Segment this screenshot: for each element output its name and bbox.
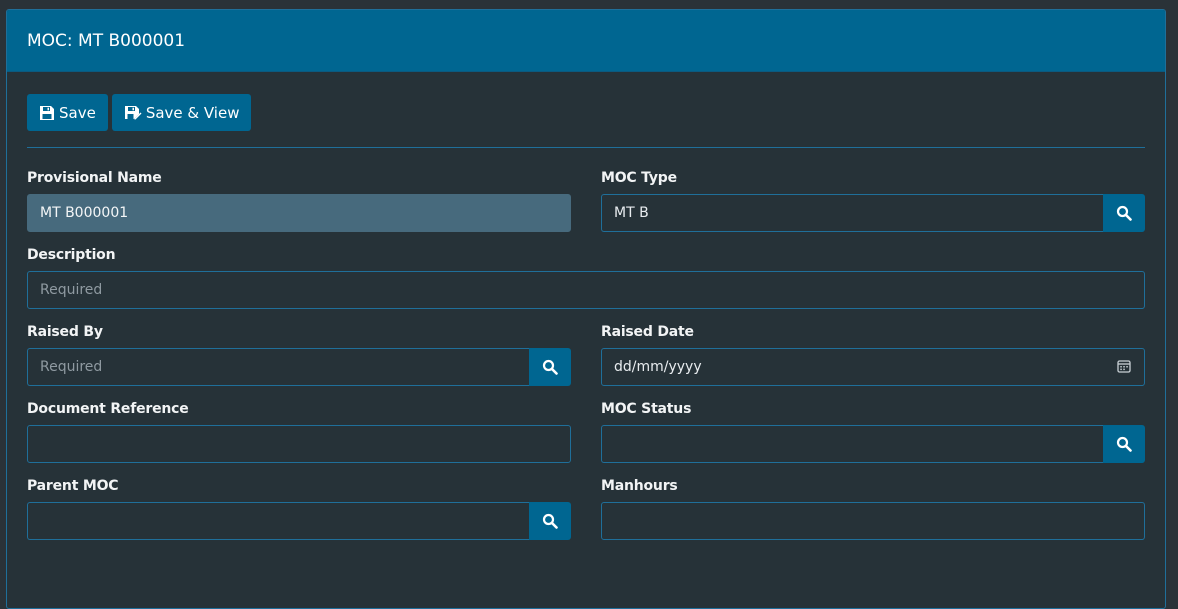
save-and-view-button-label: Save & View — [145, 103, 240, 122]
raised-by-label: Raised By — [27, 324, 103, 340]
raised-by-wrap — [27, 348, 571, 386]
form-body: Save Save & View Provisional Name MT B00… — [7, 72, 1165, 553]
save-button-label: Save — [59, 103, 96, 122]
description-field: Description — [27, 245, 1145, 309]
divider — [27, 147, 1145, 148]
parent-moc-search-button[interactable] — [529, 502, 571, 540]
moc-form-card: MOC: MT B000001 Save Save & View Provisi… — [6, 9, 1166, 609]
page-title: MOC: MT B000001 — [7, 10, 1165, 72]
manhours-field: Manhours — [601, 476, 1145, 540]
raised-by-input[interactable] — [27, 348, 529, 386]
moc-type-field: MOC Type — [601, 168, 1145, 232]
moc-status-input[interactable] — [601, 425, 1103, 463]
parent-moc-field: Parent MOC — [27, 476, 571, 540]
manhours-label: Manhours — [601, 478, 678, 494]
calendar-icon[interactable] — [1117, 359, 1131, 373]
document-reference-label: Document Reference — [27, 401, 189, 417]
moc-type-search-button[interactable] — [1103, 194, 1145, 232]
form-grid: Provisional Name MOC Type — [27, 168, 1145, 553]
save-and-view-button[interactable]: Save & View — [111, 94, 252, 131]
toolbar: Save Save & View — [27, 94, 1145, 132]
moc-status-field: MOC Status — [601, 399, 1145, 463]
description-input[interactable] — [27, 271, 1145, 309]
description-wrap — [27, 271, 1145, 309]
raised-date-input[interactable] — [601, 348, 1145, 386]
manhours-input[interactable] — [601, 502, 1145, 540]
provisional-name-label: Provisional Name — [27, 170, 162, 186]
moc-type-input[interactable] — [601, 194, 1103, 232]
raised-date-label: Raised Date — [601, 324, 694, 340]
search-icon — [1116, 205, 1132, 221]
moc-status-label: MOC Status — [601, 401, 692, 417]
moc-status-search-button[interactable] — [1103, 425, 1145, 463]
parent-moc-label: Parent MOC — [27, 478, 119, 494]
raised-date-wrap — [601, 348, 1145, 386]
description-label: Description — [27, 247, 116, 263]
moc-type-wrap — [601, 194, 1145, 232]
raised-by-search-button[interactable] — [529, 348, 571, 386]
moc-status-wrap — [601, 425, 1145, 463]
provisional-name-input[interactable] — [27, 194, 571, 232]
save-button[interactable]: Save — [27, 94, 108, 131]
search-icon — [542, 513, 558, 529]
document-reference-wrap — [27, 425, 571, 463]
floppy-disk-pen-icon — [124, 105, 142, 119]
document-reference-field: Document Reference — [27, 399, 571, 463]
provisional-name-wrap — [27, 194, 571, 232]
moc-type-label: MOC Type — [601, 170, 677, 186]
parent-moc-wrap — [27, 502, 571, 540]
raised-date-field: Raised Date — [601, 322, 1145, 386]
provisional-name-field: Provisional Name — [27, 168, 571, 232]
raised-by-field: Raised By — [27, 322, 571, 386]
search-icon — [542, 359, 558, 375]
parent-moc-input[interactable] — [27, 502, 529, 540]
search-icon — [1116, 436, 1132, 452]
document-reference-input[interactable] — [27, 425, 571, 463]
manhours-wrap — [601, 502, 1145, 540]
floppy-disk-icon — [40, 105, 54, 120]
